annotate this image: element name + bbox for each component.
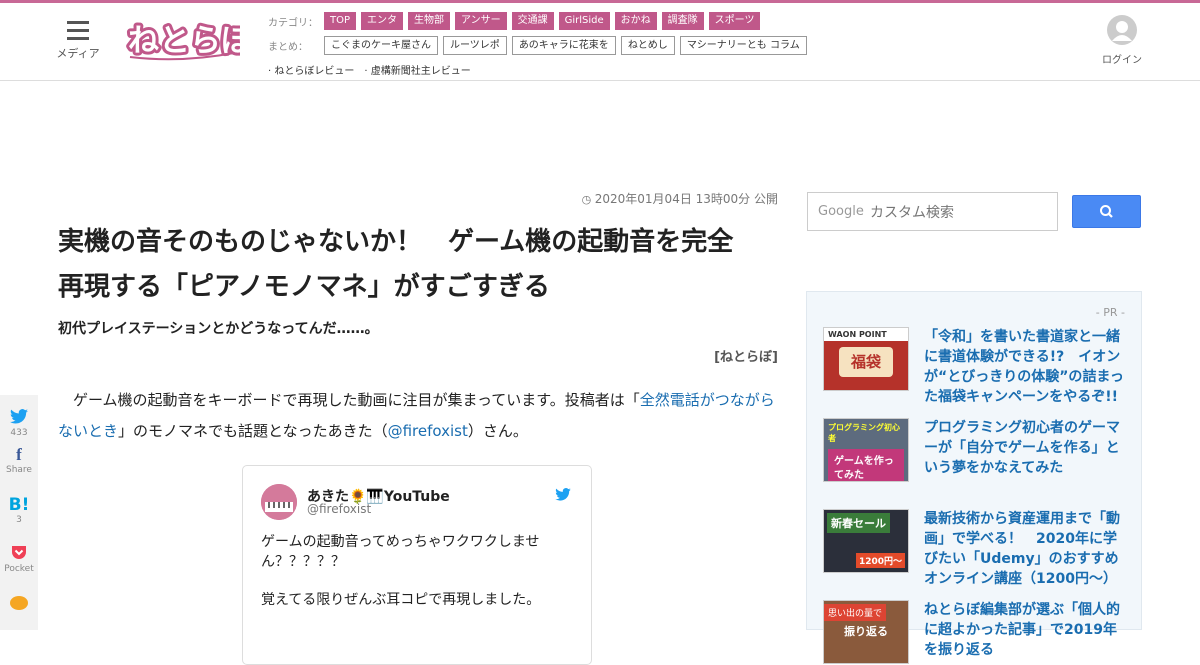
category-answer[interactable]: アンサー: [455, 12, 507, 30]
pr-thumbnail[interactable]: プログラミング初心者 ゲームを作ってみた: [823, 418, 909, 482]
body-text: 」のモノマネでも話題となったあきた（: [118, 422, 388, 440]
body-link-twitter[interactable]: @firefoxist: [388, 422, 468, 440]
publish-date-text: 2020年01月04日 13時00分 公開: [594, 192, 778, 206]
menu-button[interactable]: メディア: [54, 21, 102, 65]
category-top[interactable]: TOP: [324, 12, 357, 30]
category-girlside[interactable]: GirlSide: [558, 12, 610, 30]
category-koutsuuka[interactable]: 交通課: [511, 12, 554, 30]
article-title-line1: 実機の音そのものじゃないか！ ゲーム機の起動音を完全: [58, 227, 734, 257]
pocket-label: Pocket: [4, 564, 34, 574]
article-title-line2: 再現する「ピアノモノマネ」がすごすぎる: [58, 272, 550, 302]
search-icon: [1100, 205, 1113, 218]
pr-thumbnail[interactable]: 新春セール 1200円～: [823, 509, 909, 573]
category-nav: カテゴリ： TOP エンタ 生物部 アンサー 交通課 GirlSide おかね …: [268, 10, 868, 82]
article: ◷ 2020年01月04日 13時00分 公開 実機の音そのものじゃないか！ ゲ…: [58, 190, 778, 665]
article-subtitle: 初代プレイステーションとかどうなってんだ……。: [58, 321, 379, 337]
matome-link[interactable]: あのキャラに花束を: [511, 35, 616, 55]
pr-thumb-text: 新春セール: [827, 513, 890, 533]
pr-title[interactable]: ねとらぼ編集部が選ぶ「個人的に超よかった記事」で2019年を振り返る: [924, 600, 1128, 660]
article-source: [ねとらぼ]: [714, 350, 778, 365]
facebook-icon: f: [16, 445, 22, 464]
tweet-text: ゲームの起動音ってめっちゃワクワクしません？？？？？ 覚えてる限りぜんぶ耳コピで…: [261, 532, 561, 628]
tweet-text-line: ゲームの起動音ってめっちゃワクワクしません？？？？？: [261, 534, 540, 570]
logo-text: ねとらぼ: [128, 23, 240, 59]
share-facebook[interactable]: f Share: [0, 445, 38, 495]
twitter-bird-icon[interactable]: [555, 486, 571, 505]
pr-label: - PR -: [1095, 306, 1125, 319]
pocket-icon: [12, 546, 26, 559]
share-pocket[interactable]: Pocket: [0, 545, 38, 595]
site-logo[interactable]: ねとらぼ ねとらぼ: [125, 17, 256, 63]
body-text: ）さん。: [467, 422, 528, 440]
hamburger-icon: [67, 21, 89, 40]
matome-row: まとめ： こぐまのケーキ屋さん ルーツレポ あのキャラに花束を ねとめし マシー…: [268, 34, 868, 56]
twitter-icon: [10, 409, 28, 424]
embedded-tweet[interactable]: あきた🌻🎹YouTube @firefoxist ゲームの起動音ってめっちゃワク…: [242, 465, 592, 665]
facebook-label: Share: [6, 465, 32, 475]
matome-link[interactable]: こぐまのケーキ屋さん: [324, 35, 438, 55]
search-box: Google: [807, 192, 1058, 231]
pr-thumb-caption: WAON POINT: [824, 328, 908, 341]
matome-link[interactable]: マシーナリーとも コラム: [679, 35, 807, 55]
search-input[interactable]: [870, 195, 1050, 228]
speech-bubble-icon: [10, 596, 28, 610]
pr-title[interactable]: プログラミング初心者のゲーマーが「自分でゲームを作る」という夢をかなえてみた: [924, 418, 1128, 478]
category-sports[interactable]: スポーツ: [708, 12, 761, 30]
clock-icon: ◷: [581, 193, 595, 206]
category-okane[interactable]: おかね: [614, 12, 657, 30]
twitter-count: 433: [10, 428, 28, 438]
pr-thumb-caption: 思い出の量で: [824, 604, 887, 621]
category-seibutsubu[interactable]: 生物部: [408, 12, 451, 30]
matome-label: まとめ：: [268, 41, 308, 53]
pr-thumb-text: 振り返る: [844, 625, 888, 638]
share-twitter[interactable]: 433: [0, 395, 38, 445]
login-button[interactable]: ログイン: [1096, 15, 1148, 66]
tweet-avatar[interactable]: [261, 484, 297, 520]
pr-thumb-caption: プログラミング初心者: [828, 423, 900, 443]
article-title: 実機の音そのものじゃないか！ ゲーム機の起動音を完全 再現する「ピアノモノマネ」…: [58, 220, 778, 310]
article-body: ゲーム機の起動音をキーボードで再現した動画に注目が集まっています。投稿者は「全然…: [58, 385, 778, 447]
pr-thumb-text: 福袋: [839, 347, 893, 377]
share-hatena[interactable]: B! 3: [0, 495, 38, 545]
body-text: ゲーム機の起動音をキーボードで再現した動画に注目が集まっています。投稿者は「: [73, 391, 640, 409]
pr-sidebar: - PR - WAON POINT 福袋 「令和」を書いた書道家と一緒に書道体験…: [806, 291, 1142, 664]
pr-title[interactable]: 最新技術から資産運用まで「動画」で学べる！ 2020年に学びたい「Udemy」の…: [924, 509, 1128, 589]
search-button[interactable]: [1072, 195, 1141, 228]
publish-date: ◷ 2020年01月04日 13時00分 公開: [58, 190, 778, 212]
share-bar: 433 f Share B! 3 Pocket: [0, 395, 38, 630]
login-label: ログイン: [1102, 55, 1142, 66]
tweet-author-handle[interactable]: @firefoxist: [307, 502, 371, 516]
category-row: カテゴリ： TOP エンタ 生物部 アンサー 交通課 GirlSide おかね …: [268, 10, 868, 32]
category-chousatai[interactable]: 調査隊: [661, 12, 704, 30]
site-header: メディア ねとらぼ ねとらぼ カテゴリ： TOP エンタ 生物部 アンサー 交通…: [0, 3, 1200, 81]
share-line[interactable]: [0, 595, 38, 645]
category-label: カテゴリ：: [268, 17, 318, 29]
extra-row: · ねとらぼレビュー · 虚構新聞社主レビュー: [268, 58, 868, 80]
category-enta[interactable]: エンタ: [361, 12, 404, 30]
matome-link[interactable]: ねとめし: [620, 35, 675, 55]
hatena-count: 3: [16, 515, 22, 525]
matome-link[interactable]: ルーツレポ: [443, 35, 507, 55]
user-avatar-icon: [1107, 15, 1137, 45]
tweet-text-line: 覚えてる限りぜんぶ耳コピで再現しました。: [261, 592, 541, 608]
pr-thumb-text: ゲームを作ってみた: [828, 449, 904, 481]
netorabo-review-link[interactable]: · ねとらぼレビュー: [268, 62, 354, 77]
pr-title[interactable]: 「令和」を書いた書道家と一緒に書道体験ができる!? イオンが“とびっきりの体験”…: [924, 327, 1128, 407]
hatena-icon: B!: [8, 495, 30, 515]
pr-thumb-caption: 1200円～: [855, 553, 905, 568]
pr-thumbnail[interactable]: 思い出の量で 振り返る: [823, 600, 909, 664]
kyokou-review-link[interactable]: · 虚構新聞社主レビュー: [364, 62, 470, 77]
google-label: Google: [818, 204, 864, 219]
menu-label: メディア: [56, 47, 100, 60]
pr-thumbnail[interactable]: WAON POINT 福袋: [823, 327, 909, 391]
